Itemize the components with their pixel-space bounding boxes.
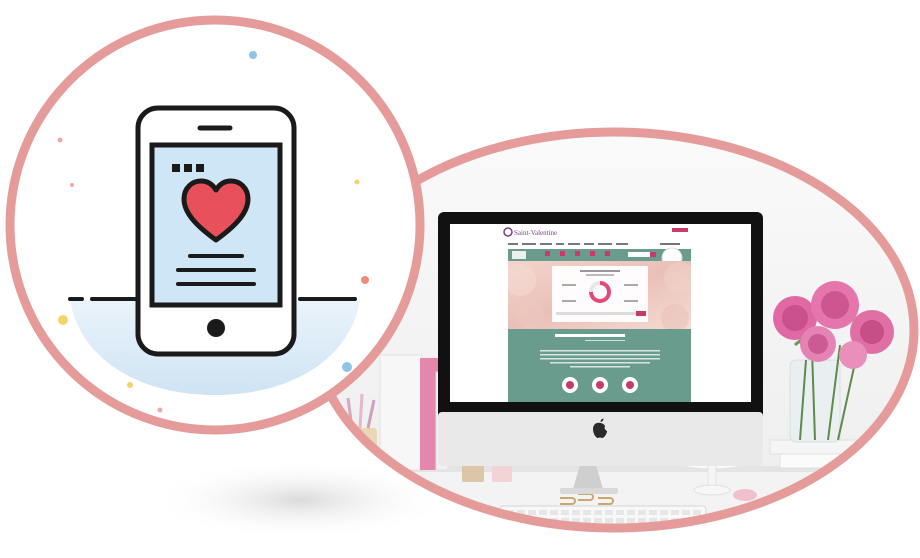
site-logo: Saint-Valentine (514, 229, 557, 237)
phone-heart-icon (135, 105, 297, 357)
monitor-chin (438, 412, 763, 466)
monitor-screen: Saint-Valentine (450, 224, 751, 402)
imac: Saint-Valentine (438, 212, 763, 466)
book-stack (379, 354, 449, 471)
phone-illustration (5, 15, 425, 435)
scene: Saint-Valentine (5, 15, 919, 540)
book-right-1 (769, 439, 911, 455)
macaron (733, 489, 757, 501)
